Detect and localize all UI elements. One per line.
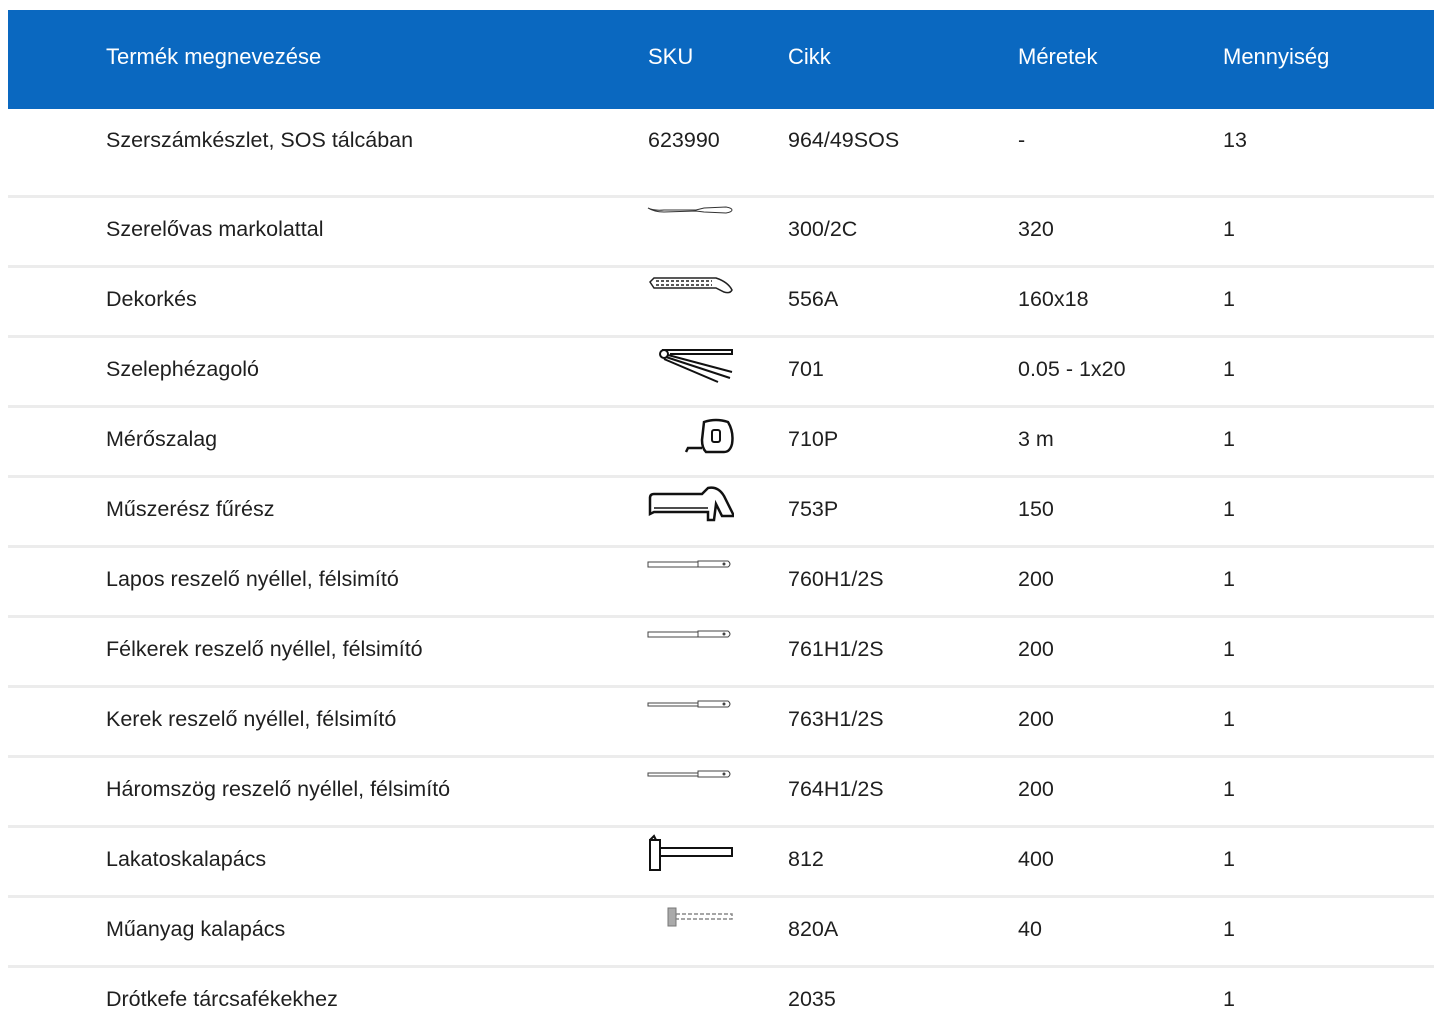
row-qty: 1	[1223, 707, 1235, 731]
row-article: 820A	[788, 917, 839, 941]
row-size: 400	[1018, 847, 1054, 871]
row-qty: 1	[1223, 287, 1235, 311]
row-size: 200	[1018, 777, 1054, 801]
row-qty: 1	[1223, 847, 1235, 871]
table-row: Kerek reszelő nyéllel, félsimító 763H1/2…	[8, 688, 1434, 758]
feeler-gauge-icon	[646, 342, 734, 390]
row-size: 200	[1018, 567, 1054, 591]
row-qty: 1	[1223, 917, 1235, 941]
flat-file-icon	[646, 552, 734, 600]
table-row: Félkerek reszelő nyéllel, félsimító 761H…	[8, 618, 1434, 688]
row-name: Lakatoskalapács	[106, 847, 267, 871]
row-article: 760H1/2S	[788, 567, 884, 591]
table-row: Szelephézagoló 701 0.05 - 1x20 1	[8, 338, 1434, 408]
row-name: Műszerész fűrész	[106, 497, 275, 521]
row-article: 761H1/2S	[788, 637, 884, 661]
row-name: Dekorkés	[106, 287, 197, 311]
row-article: 764H1/2S	[788, 777, 884, 801]
table-row: Dekorkés 556A 160x18 1	[8, 268, 1434, 338]
row-qty: 1	[1223, 777, 1235, 801]
row-qty: 1	[1223, 357, 1235, 381]
tape-measure-icon	[646, 412, 734, 460]
table-row: Mérőszalag 710P 3 m 1	[8, 408, 1434, 478]
row-size: 200	[1018, 637, 1054, 661]
row-qty: 1	[1223, 217, 1235, 241]
row-qty: 1	[1223, 497, 1235, 521]
row-article: 2035	[788, 987, 836, 1011]
row-name: Szelephézagoló	[106, 357, 260, 381]
hacksaw-icon	[646, 482, 734, 530]
row-qty: 1	[1223, 637, 1235, 661]
row-name: Lapos reszelő nyéllel, félsimító	[106, 567, 399, 591]
utility-knife-icon	[646, 272, 734, 320]
row-name: Kerek reszelő nyéllel, félsimító	[106, 707, 397, 731]
row-article: 556A	[788, 287, 839, 311]
round-file-icon	[646, 692, 734, 740]
product-table: Termék megnevezése SKU Cikk Méretek Menn…	[8, 10, 1434, 1035]
row-name: Műanyag kalapács	[106, 917, 286, 941]
row-size: 3 m	[1018, 427, 1054, 451]
row-size: -	[1018, 128, 1026, 152]
table-row: Műszerész fűrész 753P 150 1	[8, 478, 1434, 548]
header-qty: Mennyiség	[1223, 44, 1330, 69]
header-name: Termék megnevezése	[106, 44, 322, 69]
header-sku: SKU	[648, 44, 694, 69]
row-size: 0.05 - 1x20	[1018, 357, 1126, 381]
hammer-icon	[646, 832, 734, 880]
row-size: 40	[1018, 917, 1042, 941]
row-qty: 1	[1223, 987, 1235, 1011]
row-article: 300/2C	[788, 217, 858, 241]
table-row: Drótkefe tárcsafékekhez 2035 1	[8, 968, 1434, 1035]
row-qty: 13	[1223, 128, 1247, 152]
row-name: Mérőszalag	[106, 427, 218, 451]
row-name: Háromszög reszelő nyéllel, félsimító	[106, 777, 451, 801]
table-row: Szerelővas markolattal 300/2C 320 1	[8, 198, 1434, 268]
half-round-file-icon	[646, 622, 734, 670]
row-size: 150	[1018, 497, 1054, 521]
row-qty: 1	[1223, 567, 1235, 591]
pry-bar-icon	[646, 202, 734, 250]
plastic-mallet-icon	[646, 902, 734, 950]
row-size: 160x18	[1018, 287, 1089, 311]
row-size: 200	[1018, 707, 1054, 731]
row-sku: 623990	[648, 128, 720, 152]
row-name: Szerszámkészlet, SOS tálcában	[106, 128, 414, 152]
row-name: Drótkefe tárcsafékekhez	[106, 987, 338, 1011]
row-article: 753P	[788, 497, 839, 521]
table-row: Szerszámkészlet, SOS tálcában 623990 964…	[8, 109, 1434, 198]
row-article: 710P	[788, 427, 839, 451]
row-article: 763H1/2S	[788, 707, 884, 731]
triangle-file-icon	[646, 762, 734, 810]
row-size: 320	[1018, 217, 1054, 241]
row-article: 964/49SOS	[788, 128, 900, 152]
table-row: Lakatoskalapács 812 400 1	[8, 828, 1434, 898]
table-header: Termék megnevezése SKU Cikk Méretek Menn…	[8, 10, 1434, 109]
header-article: Cikk	[788, 44, 831, 69]
table-row: Háromszög reszelő nyéllel, félsimító 764…	[8, 758, 1434, 828]
table-row: Lapos reszelő nyéllel, félsimító 760H1/2…	[8, 548, 1434, 618]
row-name: Szerelővas markolattal	[106, 217, 324, 241]
row-article: 812	[788, 847, 824, 871]
table-row: Műanyag kalapács 820A 40 1	[8, 898, 1434, 968]
row-name: Félkerek reszelő nyéllel, félsimító	[106, 637, 423, 661]
header-size: Méretek	[1018, 44, 1098, 69]
row-article: 701	[788, 357, 824, 381]
row-qty: 1	[1223, 427, 1235, 451]
